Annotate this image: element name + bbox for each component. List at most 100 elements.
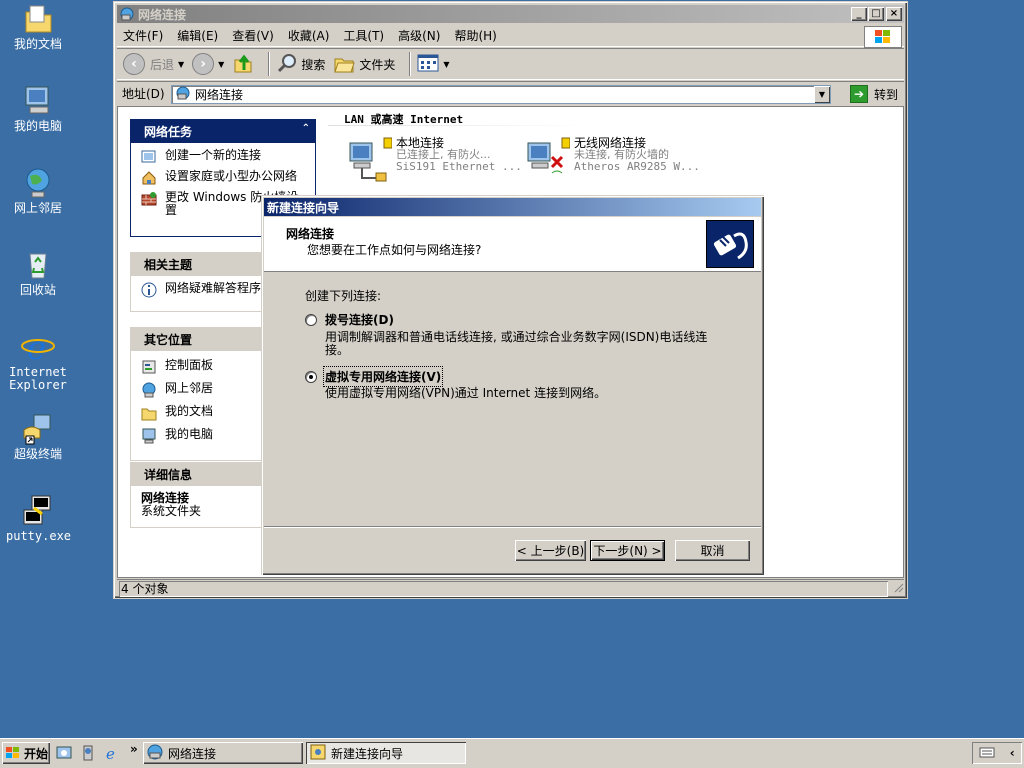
network-connections-icon xyxy=(120,7,134,21)
collapse-icon[interactable]: ⌃ xyxy=(302,123,310,134)
connection-text: 本地连接 已连接上, 有防火... SiS191 Ethernet ... xyxy=(396,137,522,183)
close-button[interactable]: × xyxy=(886,7,902,21)
network-connections-icon xyxy=(176,86,190,103)
menu-favorites[interactable]: 收藏(A) xyxy=(288,27,330,44)
pane-title: 相关主题 xyxy=(144,257,193,272)
desktop-icon-my-computer[interactable]: 我的电脑 xyxy=(6,84,70,133)
next-button[interactable]: 下一步(N) > xyxy=(590,540,665,561)
explorer-titlebar[interactable]: 网络连接 _ □ × xyxy=(117,5,904,23)
taskbar-item-network-connections[interactable]: 网络连接 xyxy=(143,742,303,764)
radio-button[interactable] xyxy=(305,313,317,326)
link-label: 控制面板 xyxy=(165,358,214,372)
wizard-title: 新建连接向导 xyxy=(267,200,340,215)
new-connection-wizard: 新建连接向导 网络连接 您想要在工作点如何与网络连接? 创建下列连接: 拨号连接… xyxy=(261,195,764,575)
menu-view[interactable]: 查看(V) xyxy=(232,27,274,44)
task-create-connection[interactable]: 创建一个新的连接 xyxy=(141,149,309,165)
internet-explorer-icon[interactable]: e xyxy=(104,745,120,763)
back-label: 后退 xyxy=(150,57,175,72)
globe-icon xyxy=(20,166,56,200)
radio-label[interactable]: 拨号连接(D) xyxy=(325,311,394,328)
go-button[interactable]: ➔ 转到 xyxy=(850,85,898,103)
connection-local-area[interactable]: 本地连接 已连接上, 有防火... SiS191 Ethernet ... xyxy=(344,137,522,183)
up-folder-icon xyxy=(232,52,254,77)
desktop-icon-recycle-bin[interactable]: 回收站 xyxy=(6,248,70,297)
new-connection-icon xyxy=(141,149,157,165)
computer-icon[interactable] xyxy=(80,745,96,761)
address-label: 地址(D) xyxy=(122,87,165,101)
desktop-icon-my-documents[interactable]: 我的文档 xyxy=(6,2,70,51)
radio-label[interactable]: 虚拟专用网络连接(V) xyxy=(322,366,444,387)
back-button[interactable]: < 上一步(B) xyxy=(515,540,586,561)
show-desktop-icon[interactable] xyxy=(56,745,72,761)
recycle-bin-icon xyxy=(20,248,56,282)
taskbar-item-label: 网络连接 xyxy=(168,746,217,761)
taskbar: 开始 e » 网络连接 新建连接向导 ‹ xyxy=(0,738,1024,768)
address-input[interactable]: 网络连接 ▼ xyxy=(171,85,831,104)
taskbar-item-new-connection-wizard[interactable]: 新建连接向导 xyxy=(306,742,466,764)
menu-edit[interactable]: 编辑(E) xyxy=(177,27,218,44)
wizard-icon xyxy=(310,744,326,763)
task-home-network[interactable]: 设置家庭或小型办公网络 xyxy=(141,170,309,186)
desktop-icon-label: putty.exe xyxy=(6,529,72,543)
wireless-connection-icon xyxy=(522,137,571,183)
window-title: 网络连接 xyxy=(138,7,187,22)
home-network-icon xyxy=(141,170,157,186)
forward-arrow-icon: › xyxy=(192,53,215,75)
address-dropdown-button[interactable]: ▼ xyxy=(814,86,830,103)
taskbar-item-label: 新建连接向导 xyxy=(331,746,404,761)
menu-advanced[interactable]: 高级(N) xyxy=(398,27,440,44)
menu-help[interactable]: 帮助(H) xyxy=(454,27,496,44)
group-divider xyxy=(328,125,588,126)
status-count: 4 个对象 xyxy=(119,581,888,597)
wizard-titlebar[interactable]: 新建连接向导 xyxy=(264,198,761,216)
menu-bar: 文件(F) 编辑(E) 查看(V) 收藏(A) 工具(T) 高级(N) 帮助(H… xyxy=(117,25,904,48)
up-folder-button[interactable] xyxy=(232,52,254,77)
status-bar: 4 个对象 xyxy=(117,579,904,597)
desktop-icon-internet-explorer[interactable]: e Internet Explorer xyxy=(6,329,70,392)
pane-title: 网络任务 xyxy=(144,124,193,139)
wizard-header-title: 网络连接 xyxy=(286,227,335,241)
wizard-header-subtitle: 您想要在工作点如何与网络连接? xyxy=(307,243,482,257)
desktop-icon-network-places[interactable]: 网上邻居 xyxy=(6,166,70,215)
computer-icon xyxy=(141,428,157,444)
resize-grip-icon[interactable] xyxy=(892,581,904,596)
info-icon xyxy=(141,282,157,298)
connection-device: SiS191 Ethernet ... xyxy=(396,160,522,173)
windows-logo-icon xyxy=(864,26,902,48)
chevron-down-icon: ▼ xyxy=(178,59,185,69)
forward-button[interactable]: › ▼ xyxy=(192,53,224,75)
folders-button[interactable]: 文件夹 xyxy=(333,52,395,77)
radio-dialup[interactable]: 拨号连接(D) xyxy=(305,311,394,328)
chevron-down-icon: ▼ xyxy=(218,59,225,69)
network-tasks-header[interactable]: 网络任务 ⌃ xyxy=(130,119,316,143)
firewall-icon xyxy=(141,191,157,207)
desktop-icon-label: 网上邻居 xyxy=(13,201,62,215)
maximize-button[interactable]: □ xyxy=(868,7,884,21)
views-icon xyxy=(417,54,439,75)
start-button[interactable]: 开始 xyxy=(2,742,50,764)
vpn-description: 使用虚拟专用网络(VPN)通过 Internet 连接到网络。 xyxy=(325,386,607,400)
menu-tools[interactable]: 工具(T) xyxy=(343,27,384,44)
quick-launch-overflow-icon[interactable]: » xyxy=(130,742,138,756)
link-label: 我的文档 xyxy=(165,404,214,418)
search-button[interactable]: 搜索 xyxy=(276,52,325,77)
desktop-icon-hyperterminal[interactable]: 超级终端 xyxy=(6,412,70,461)
windows-flag-icon xyxy=(5,746,21,760)
menu-file[interactable]: 文件(F) xyxy=(123,27,163,44)
tray-expand-icon[interactable]: ‹ xyxy=(1010,746,1015,760)
cancel-button[interactable]: 取消 xyxy=(675,540,750,561)
system-tray: ‹ xyxy=(972,742,1022,764)
views-button[interactable]: ▼ xyxy=(417,54,450,75)
connection-wireless[interactable]: 无线网络连接 未连接, 有防火墙的 Atheros AR9285 W... xyxy=(522,137,700,183)
desktop-icon-label: 超级终端 xyxy=(13,447,62,461)
link-label: 我的电脑 xyxy=(165,427,214,441)
radio-button[interactable] xyxy=(305,370,317,383)
minimize-button[interactable]: _ xyxy=(851,7,867,21)
back-button[interactable]: ‹ 后退 ▼ xyxy=(123,53,184,75)
radio-vpn[interactable]: 虚拟专用网络连接(V) xyxy=(305,366,444,387)
desktop-icon-putty[interactable]: putty.exe xyxy=(6,494,72,543)
wizard-separator xyxy=(264,526,761,528)
internet-explorer-icon: e xyxy=(20,329,56,367)
keyboard-icon[interactable] xyxy=(979,746,995,761)
folders-icon xyxy=(333,52,356,77)
